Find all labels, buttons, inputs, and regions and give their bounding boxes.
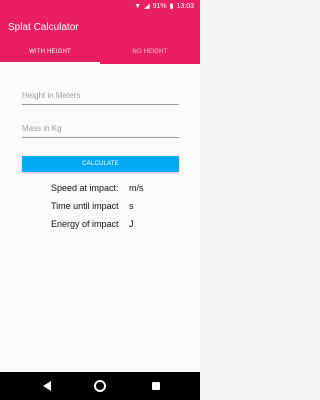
speed-label: Speed at impact:: [51, 183, 119, 193]
tab-no-height[interactable]: NO HEIGHT: [100, 40, 200, 64]
clock: 13:03: [176, 3, 194, 10]
app-bar: Splat Calculator: [0, 15, 200, 40]
back-icon[interactable]: [43, 381, 51, 391]
tab-bar: WITH HEIGHT NO HEIGHT: [0, 40, 200, 64]
mass-input[interactable]: [22, 119, 179, 138]
speed-unit: m/s: [129, 183, 144, 193]
energy-unit: J: [129, 219, 134, 229]
navigation-bar: [0, 372, 200, 400]
status-icons: ▼ ◢ 91% ▮ 13:03: [134, 3, 194, 10]
energy-result: Energy of impact J: [51, 219, 134, 229]
speed-result: Speed at impact: m/s: [51, 183, 144, 193]
battery-percent: 91%: [152, 3, 167, 10]
recents-icon[interactable]: [152, 382, 160, 390]
time-result: Time until impact s: [51, 201, 134, 211]
main-content: CALCULATE Speed at impact: m/s Time until…: [0, 64, 200, 372]
home-icon[interactable]: [94, 380, 106, 392]
signal-icon: ◢: [144, 3, 150, 10]
tab-with-height-label: WITH HEIGHT: [29, 49, 71, 55]
wifi-icon: ▼: [134, 3, 142, 10]
time-unit: s: [129, 201, 134, 211]
calculate-button[interactable]: CALCULATE: [22, 156, 179, 172]
tab-no-height-label: NO HEIGHT: [132, 49, 168, 55]
app-title: Splat Calculator: [8, 22, 79, 33]
height-input[interactable]: [22, 86, 179, 105]
tab-with-height[interactable]: WITH HEIGHT: [0, 40, 100, 64]
energy-label: Energy of impact: [51, 219, 119, 229]
battery-icon: ▮: [169, 3, 174, 10]
time-label: Time until impact: [51, 201, 119, 211]
status-bar: ▼ ◢ 91% ▮ 13:03: [0, 0, 200, 15]
